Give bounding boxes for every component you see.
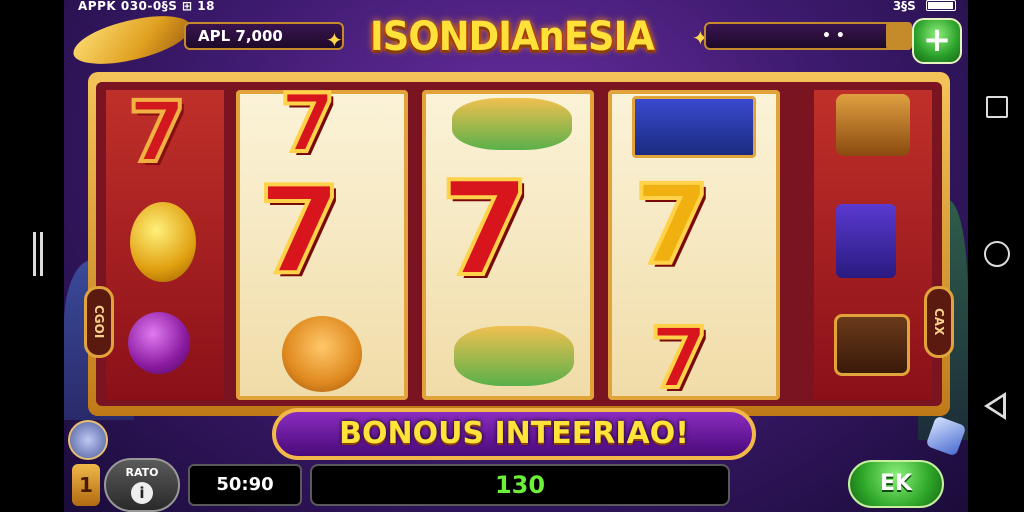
coin-dots: • • [822,28,845,44]
status-left-text: APPK 030-0§S ⊞ 18 [78,0,215,13]
reel-3: 7 7 [608,90,780,407]
seven-symbol: 7 [126,83,188,181]
side-tab-right[interactable]: CAX [924,286,954,358]
dragon-card-icon [632,96,756,158]
battery-icon [926,0,956,11]
status-right: 3§S [893,0,956,14]
gold-coin-icon [130,202,196,282]
fish-creature-icon [452,98,572,150]
side-column-left: 7 [106,83,224,400]
seven-symbol: 7 [278,77,338,170]
info-label: RATO [125,466,159,479]
golden-treasure-icon [836,94,910,156]
drag-handle-icon[interactable] [33,232,43,276]
lion-cub-icon [282,316,362,392]
level-button[interactable]: 1 [72,464,100,506]
recents-square-icon[interactable] [986,96,1008,118]
fish-creature-icon [454,326,574,386]
gold-swirl-ornament [69,9,195,71]
seven-symbol: 7 [438,153,532,305]
coin-bar-cap [886,22,912,50]
coin-display: • • 0 [704,22,912,50]
reel-2: 7 [422,90,594,400]
treasure-chest-icon [834,314,910,376]
add-coins-button[interactable]: + [912,18,962,64]
info-icon: i [131,482,153,504]
back-triangle-icon[interactable] [984,392,1006,420]
reel-frame: 7 7 7 7 7 7 CGOI CAX [84,72,954,416]
side-column-right [814,90,932,400]
reel-1: 7 7 [236,82,408,400]
game-title-logo: ISONDIAnESIA [370,14,655,60]
win-display: 130 [310,464,730,506]
seven-symbol: 7 [648,309,710,407]
seven-symbol: 7 [256,162,343,301]
spin-ok-button[interactable]: EK [848,460,944,508]
status-right-text: 3§S [892,0,916,13]
system-nav-bar [968,0,1024,512]
bonus-banner: BONOUS INTEERIAO! [272,408,756,460]
plum-fruit-icon [128,312,190,374]
purple-gem-icon [836,204,896,278]
sparkle-icon: ✦ [326,28,343,52]
bet-display: 50:90 [188,464,302,506]
system-left-bar [0,0,64,512]
gold-seven-symbol: 7 [632,161,713,289]
balance-display: APL 7,000 [184,22,344,50]
info-button[interactable]: RATO i [104,458,180,512]
gem-orb-icon [68,420,108,460]
home-circle-icon[interactable] [984,241,1010,267]
slot-game-screen: APPK 030-0§S ⊞ 18 3§S APL 7,000 ✦ ISONDI… [64,0,968,512]
side-tab-left[interactable]: CGOI [84,286,114,358]
